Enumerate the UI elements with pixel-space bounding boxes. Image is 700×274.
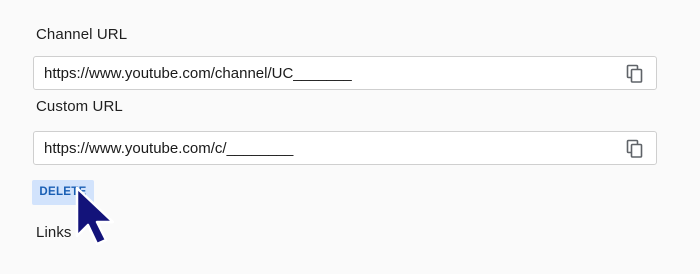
delete-button[interactable]: DELETE <box>32 180 94 205</box>
custom-url-value[interactable]: https://www.youtube.com/c/________ <box>44 140 293 157</box>
channel-url-field[interactable]: https://www.youtube.com/channel/UC______… <box>33 56 657 90</box>
channel-url-value[interactable]: https://www.youtube.com/channel/UC______… <box>44 65 352 82</box>
copy-icon[interactable] <box>626 64 644 84</box>
copy-icon[interactable] <box>626 139 644 159</box>
custom-url-field[interactable]: https://www.youtube.com/c/________ <box>33 131 657 165</box>
channel-url-label: Channel URL <box>36 26 128 43</box>
links-label: Links <box>36 224 72 241</box>
custom-url-label: Custom URL <box>36 98 123 115</box>
